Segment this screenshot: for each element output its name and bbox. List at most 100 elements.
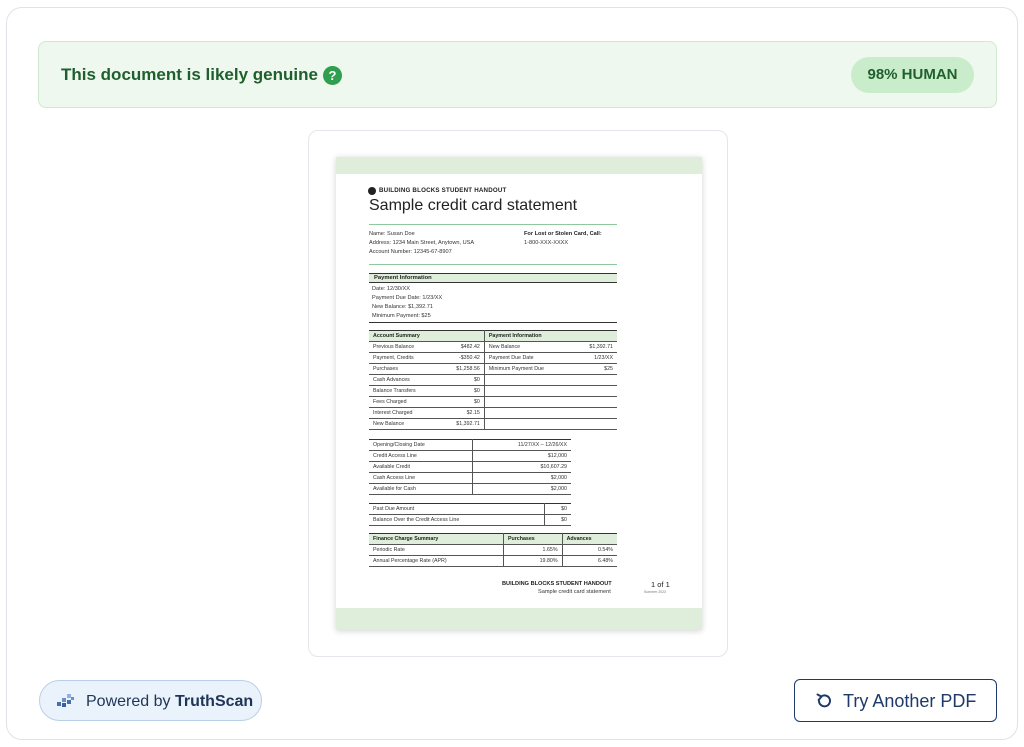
payment-info-line: Payment Due Date: 1/23/XX <box>372 295 443 301</box>
cell: -$350.42 <box>439 352 485 364</box>
cell: 19.80% <box>503 555 563 567</box>
verdict-banner: This document is likely genuine ? 98% HU… <box>38 41 997 108</box>
payment-information-heading: Payment Information <box>484 330 617 342</box>
cell: $12,000 <box>472 450 571 462</box>
powered-brand: TruthScan <box>174 693 254 710</box>
divider <box>369 224 617 225</box>
human-score-badge: 98% HUMAN <box>851 57 974 93</box>
cell: Fees Charged <box>369 396 440 408</box>
cell: Cash Advances <box>369 374 440 386</box>
table-row: Available for Cash $2,000 <box>369 483 571 495</box>
try-another-pdf-label: Try Another PDF <box>843 691 977 711</box>
cell: 6.48% <box>562 555 617 567</box>
doc-footer-org: BUILDING BLOCKS STUDENT HANDOUT <box>502 581 612 587</box>
doc-org-name: BUILDING BLOCKS STUDENT HANDOUT <box>379 187 507 194</box>
cell: $2.15 <box>439 407 485 419</box>
cell: Available for Cash <box>369 483 473 495</box>
table-row: Balance Over the Credit Access Line $0 <box>369 514 571 526</box>
truthscan-logo-icon <box>57 694 74 707</box>
cell: $10,607.29 <box>472 461 571 473</box>
cell: Previous Balance <box>369 341 440 353</box>
table-row: Balance Transfers $0 <box>369 385 617 397</box>
table-row: Payment, Credits -$350.42 Payment Due Da… <box>369 352 617 364</box>
cell: Interest Charged <box>369 407 440 419</box>
cell: $1,258.56 <box>439 363 485 375</box>
cell: Balance Transfers <box>369 385 440 397</box>
cell: $0 <box>439 396 485 408</box>
table-row: Cash Advances $0 <box>369 374 617 386</box>
cell: $2,000 <box>472 472 571 484</box>
finance-heading: Purchases <box>503 533 563 545</box>
payment-info-line: New Balance: $1,392.71 <box>372 304 433 310</box>
payment-info-line: Minimum Payment: $25 <box>372 313 431 319</box>
org-logo-icon <box>368 187 376 195</box>
account-summary-heading: Account Summary <box>369 330 485 342</box>
cell: Payment, Credits <box>369 352 440 364</box>
cell: Credit Access Line <box>369 450 473 462</box>
cell: $2,000 <box>472 483 571 495</box>
cell: $0 <box>439 385 485 397</box>
doc-edition-note: Summer 2023 <box>644 590 666 594</box>
cell: Purchases <box>369 363 440 375</box>
powered-by-badge[interactable]: Powered by TruthScan <box>39 680 262 721</box>
document-preview: BUILDING BLOCKS STUDENT HANDOUT Sample c… <box>308 130 728 657</box>
finance-heading: Finance Charge Summary <box>369 533 504 545</box>
divider <box>369 264 617 265</box>
cell: Opening/Closing Date <box>369 439 473 451</box>
page-bottom-band <box>336 608 702 630</box>
verdict-message: This document is likely genuine <box>61 65 318 84</box>
customer-name: Name: Susan Doe <box>369 231 415 237</box>
cell: 11/27/XX – 12/26/XX <box>472 439 571 451</box>
question-circle-icon[interactable]: ? <box>323 66 342 85</box>
doc-title: Sample credit card statement <box>369 197 578 214</box>
cell: Balance Over the Credit Access Line <box>369 514 545 526</box>
table-row: Cash Access Line $2,000 <box>369 472 571 484</box>
cell: $1,392.71 <box>439 418 485 430</box>
table-row: Previous Balance $482.42 New Balance $1,… <box>369 341 617 353</box>
rotate-ccw-icon <box>816 693 831 708</box>
cell: Available Credit <box>369 461 473 473</box>
cell: $0 <box>544 503 571 515</box>
result-card: This document is likely genuine ? 98% HU… <box>6 7 1018 740</box>
cell: New Balance <box>369 418 440 430</box>
table-row: Credit Access Line $12,000 <box>369 450 571 462</box>
cell: New Balance <box>484 341 573 353</box>
cell: 0.54% <box>562 544 617 556</box>
account-summary-table: Account Summary Payment Information Prev… <box>369 330 617 430</box>
cell: $482.42 <box>439 341 485 353</box>
lost-card-label: For Lost or Stolen Card, Call: <box>524 231 602 237</box>
finance-charge-table: Finance Charge Summary Purchases Advance… <box>369 533 617 567</box>
cell: $1,392.71 <box>572 341 617 353</box>
doc-page-number: 1 of 1 <box>651 580 670 589</box>
table-row: Purchases $1,258.56 Minimum Payment Due … <box>369 363 617 375</box>
cell: Payment Due Date <box>484 352 573 364</box>
table-row: New Balance $1,392.71 <box>369 418 617 430</box>
lost-card-phone: 1-800-XXX-XXXX <box>524 240 569 246</box>
cell: Minimum Payment Due <box>484 363 573 375</box>
table-row: Past Due Amount $0 <box>369 503 571 515</box>
customer-account: Account Number: 12345-67-8907 <box>369 249 452 255</box>
table-row: Annual Percentage Rate (APR) 19.80% 6.48… <box>369 555 617 567</box>
document-page: BUILDING BLOCKS STUDENT HANDOUT Sample c… <box>336 157 702 630</box>
cell: 1.65% <box>503 544 563 556</box>
finance-heading: Advances <box>562 533 617 545</box>
payment-info-line: Date: 12/30/XX <box>372 286 410 292</box>
credit-line-table: Opening/Closing Date 11/27/XX – 12/26/XX… <box>369 439 571 495</box>
cell: 1/23/XX <box>572 352 617 364</box>
past-due-table: Past Due Amount $0 Balance Over the Cred… <box>369 503 571 526</box>
table-row: Opening/Closing Date 11/27/XX – 12/26/XX <box>369 439 571 451</box>
cell: $0 <box>544 514 571 526</box>
cell: Annual Percentage Rate (APR) <box>369 555 504 567</box>
cell: Periodic Rate <box>369 544 504 556</box>
cell: Past Due Amount <box>369 503 545 515</box>
page-top-band <box>336 157 702 174</box>
table-row: Interest Charged $2.15 <box>369 407 617 419</box>
powered-by-text: Powered by TruthScan <box>86 693 253 711</box>
payment-info-heading: Payment Information <box>369 273 617 283</box>
try-another-pdf-button[interactable]: Try Another PDF <box>794 679 997 722</box>
powered-prefix: Powered by <box>86 693 171 710</box>
cell: Cash Access Line <box>369 472 473 484</box>
table-row: Available Credit $10,607.29 <box>369 461 571 473</box>
cell: $25 <box>572 363 617 375</box>
doc-footer-subtitle: Sample credit card statement <box>538 589 611 595</box>
